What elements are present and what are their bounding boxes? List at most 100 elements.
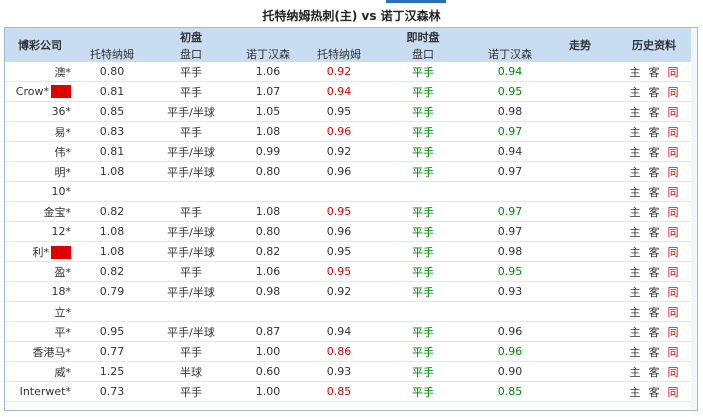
live-away-odds: 0.97: [471, 161, 549, 182]
history-home-link[interactable]: 主: [630, 306, 641, 319]
history-away-link[interactable]: 客: [649, 186, 660, 199]
history-home-link[interactable]: 主: [630, 66, 641, 79]
history-home-link[interactable]: 主: [630, 146, 641, 159]
history-home-link[interactable]: 主: [630, 186, 641, 199]
history-home-link[interactable]: 主: [630, 366, 641, 379]
initial-handicap: 平手/半球: [149, 321, 233, 342]
history-home-link[interactable]: 主: [630, 86, 641, 99]
history-same-link[interactable]: 同: [668, 166, 679, 179]
history-home-link[interactable]: 主: [630, 386, 641, 399]
history-same-link[interactable]: 同: [668, 386, 679, 399]
initial-away-odds: 1.06: [233, 261, 303, 282]
history-away-link[interactable]: 客: [649, 286, 660, 299]
history-cell: 主客同: [611, 101, 697, 122]
company-name: 12*: [51, 225, 72, 238]
live-home-odds: 0.96: [303, 221, 375, 242]
history-same-link[interactable]: 同: [668, 266, 679, 279]
trend-cell: [549, 81, 611, 102]
company-name: 利*: [32, 245, 50, 259]
history-away-link[interactable]: 客: [649, 226, 660, 239]
history-home-link[interactable]: 主: [630, 126, 641, 139]
live-handicap: 平手: [375, 101, 471, 122]
history-same-link[interactable]: 同: [668, 186, 679, 199]
company-cell: 香港马*: [5, 341, 75, 362]
history-away-link[interactable]: 客: [649, 386, 660, 399]
header-initial: 初盘: [149, 28, 233, 45]
history-cell: 主客同: [611, 81, 697, 102]
initial-home-odds: [75, 181, 149, 202]
table-row: 18* 0.79 平手/半球 0.98 0.92 平手 0.93 主客同: [5, 281, 697, 302]
trend-cell: [549, 62, 611, 82]
initial-handicap: [149, 181, 233, 202]
history-away-link[interactable]: 客: [649, 246, 660, 259]
company-name: 金宝*: [43, 205, 72, 219]
initial-away-odds: 1.08: [233, 121, 303, 142]
initial-home-odds: 1.08: [75, 221, 149, 242]
history-home-link[interactable]: 主: [630, 326, 641, 339]
history-same-link[interactable]: 同: [668, 286, 679, 299]
history-home-link[interactable]: 主: [630, 226, 641, 239]
initial-away-odds: 1.07: [233, 81, 303, 102]
initial-home-odds: 0.81: [75, 141, 149, 162]
history-away-link[interactable]: 客: [649, 146, 660, 159]
header-initial-away: 诺丁汉森: [233, 45, 303, 62]
history-away-link[interactable]: 客: [649, 86, 660, 99]
history-same-link[interactable]: 同: [668, 126, 679, 139]
history-away-link[interactable]: 客: [649, 306, 660, 319]
history-same-link[interactable]: 同: [668, 66, 679, 79]
history-same-link[interactable]: 同: [668, 306, 679, 319]
company-name: Interwet*: [19, 385, 71, 398]
table-row: 香港马* 0.77 平手 1.00 0.86 平手 0.96 主客同: [5, 341, 697, 362]
live-away-odds: 0.94: [471, 62, 549, 82]
live-away-odds: 0.98: [471, 101, 549, 122]
company-cell: 18*: [5, 281, 75, 302]
history-home-link[interactable]: 主: [630, 246, 641, 259]
history-home-link[interactable]: 主: [630, 166, 641, 179]
history-cell: 主客同: [611, 62, 697, 82]
history-same-link[interactable]: 同: [668, 106, 679, 119]
history-away-link[interactable]: 客: [649, 366, 660, 379]
history-away-link[interactable]: 客: [649, 106, 660, 119]
history-home-link[interactable]: 主: [630, 346, 641, 359]
history-same-link[interactable]: 同: [668, 346, 679, 359]
history-away-link[interactable]: 客: [649, 266, 660, 279]
history-same-link[interactable]: 同: [668, 326, 679, 339]
trend-cell: [549, 161, 611, 182]
history-away-link[interactable]: 客: [649, 126, 660, 139]
history-same-link[interactable]: 同: [668, 366, 679, 379]
company-cell: 金宝*: [5, 201, 75, 222]
history-same-link[interactable]: 同: [668, 146, 679, 159]
initial-away-odds: 1.00: [233, 381, 303, 402]
history-away-link[interactable]: 客: [649, 346, 660, 359]
table-row: 澳* 0.80 平手 1.06 0.92 平手 0.94 主客同: [5, 62, 697, 82]
odds-table-frame: 博彩公司 初盘 即时盘 走势 历史资料 托特纳姆 盘口 诺丁汉森 托特纳姆 盘口…: [4, 27, 698, 411]
live-handicap: 平手: [375, 321, 471, 342]
history-home-link[interactable]: 主: [630, 106, 641, 119]
history-home-link[interactable]: 主: [630, 266, 641, 279]
history-same-link[interactable]: 同: [668, 206, 679, 219]
live-away-odds: 0.85: [471, 381, 549, 402]
history-home-link[interactable]: 主: [630, 286, 641, 299]
history-away-link[interactable]: 客: [649, 166, 660, 179]
history-away-link[interactable]: 客: [649, 66, 660, 79]
history-same-link[interactable]: 同: [668, 226, 679, 239]
company-cell: 10*: [5, 181, 75, 202]
history-home-link[interactable]: 主: [630, 206, 641, 219]
initial-away-odds: [233, 301, 303, 322]
initial-handicap: 平手: [149, 341, 233, 362]
company-name: 易*: [54, 125, 72, 139]
history-away-link[interactable]: 客: [649, 326, 660, 339]
scrollbar[interactable]: [691, 28, 697, 410]
header-spacer: [75, 28, 149, 45]
header-trend: 走势: [549, 28, 611, 62]
live-handicap: 平手: [375, 381, 471, 402]
initial-handicap: 平手: [149, 261, 233, 282]
initial-away-odds: 1.06: [233, 62, 303, 82]
live-home-odds: [303, 181, 375, 202]
company-name: 盈*: [54, 265, 72, 279]
history-away-link[interactable]: 客: [649, 206, 660, 219]
initial-handicap: 平手: [149, 62, 233, 82]
history-same-link[interactable]: 同: [668, 246, 679, 259]
trend-cell: [549, 121, 611, 142]
history-same-link[interactable]: 同: [668, 86, 679, 99]
